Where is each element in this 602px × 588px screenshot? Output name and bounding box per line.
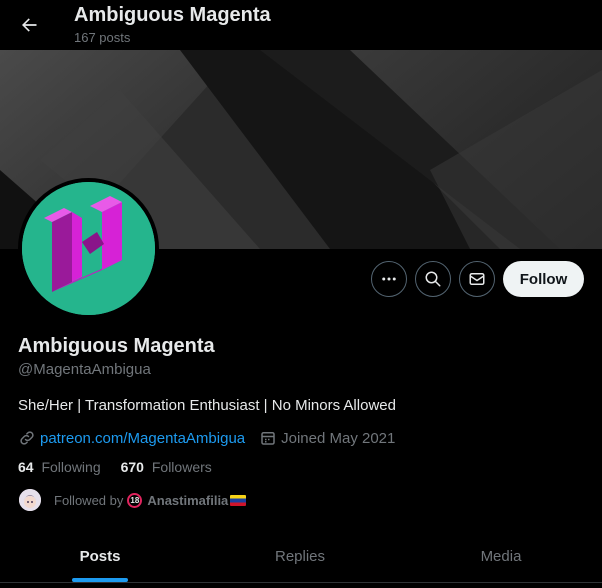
followers-link[interactable]: 670 Followers [121, 459, 212, 475]
header-title: Ambiguous Magenta [74, 4, 271, 26]
profile-tabs: Posts Replies Media [0, 530, 602, 583]
followed-by[interactable]: Followed by 18 Anastimafilia [18, 487, 247, 513]
following-link[interactable]: 64 Following [18, 459, 101, 475]
calendar-icon [261, 432, 275, 445]
age-18-badge: 18 [127, 492, 143, 508]
followed-by-name: Anastimafilia [147, 492, 229, 508]
follower-avatar-image [19, 489, 41, 511]
follower-avatar[interactable] [18, 488, 42, 512]
magenta-logo-icon [22, 182, 155, 315]
active-tab-indicator [72, 578, 128, 582]
joined-date: Joined May 2021 [281, 429, 396, 447]
arrow-left-icon [22, 18, 37, 32]
followed-by-prefix: Followed by [54, 492, 124, 508]
profile-bio: She/Her | Transformation Enthusiast | No… [18, 397, 396, 414]
back-button[interactable] [12, 8, 46, 42]
search-icon [425, 271, 441, 287]
envelope-icon [469, 273, 485, 285]
followers-count: 670 [120, 459, 144, 475]
follow-stats: 64 Following 670 Followers [18, 459, 212, 475]
following-label: Following [41, 459, 101, 475]
tab-replies-label: Replies [274, 547, 326, 565]
tab-posts[interactable]: Posts [0, 530, 200, 582]
top-bar: Ambiguous Magenta 167 posts [0, 0, 602, 50]
search-button[interactable] [415, 261, 451, 297]
link-icon [20, 431, 34, 445]
tab-media-label: Media [480, 547, 522, 565]
post-count: 167 posts [74, 30, 131, 45]
following-count: 64 [18, 459, 34, 475]
tab-replies[interactable]: Replies [200, 530, 400, 582]
profile-meta: patreon.com/MagentaAmbigua Joined May 20… [18, 428, 395, 448]
tab-posts-label: Posts [79, 547, 121, 565]
venezuela-flag-icon [230, 494, 247, 506]
follow-button[interactable]: Follow [503, 261, 584, 297]
website-link[interactable]: patreon.com/MagentaAmbigua [40, 430, 245, 447]
followers-label: Followers [151, 459, 212, 475]
message-button[interactable] [459, 261, 495, 297]
user-handle: @MagentaAmbigua [18, 361, 151, 378]
tab-media[interactable]: Media [400, 530, 602, 582]
more-button[interactable] [371, 261, 407, 297]
profile-avatar[interactable] [18, 178, 159, 319]
display-name: Ambiguous Magenta [18, 335, 215, 357]
more-horizontal-icon [382, 277, 396, 281]
